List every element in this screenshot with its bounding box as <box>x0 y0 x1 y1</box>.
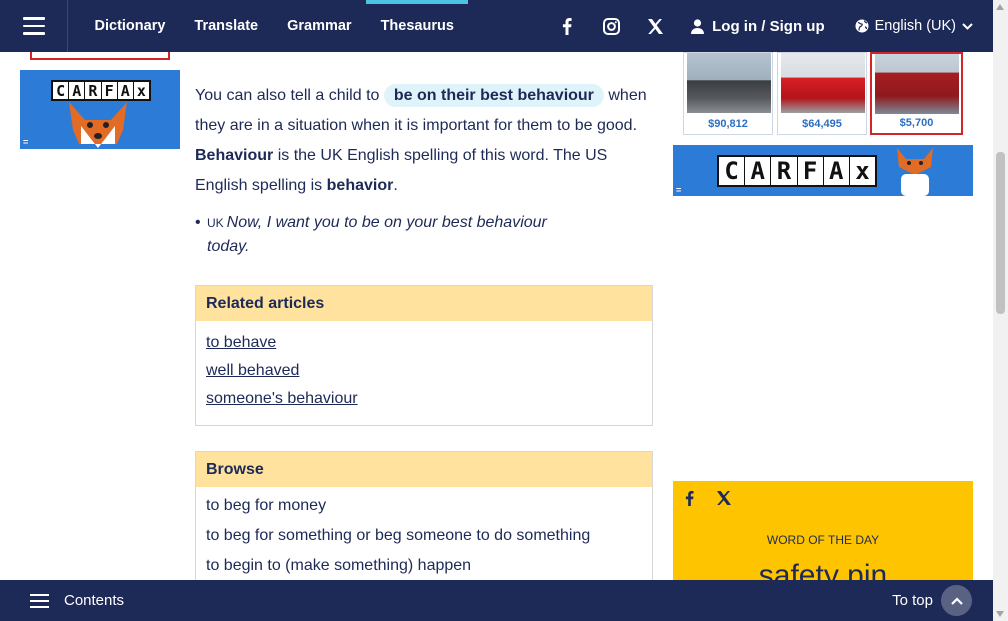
chevron-up-icon <box>941 585 972 616</box>
car-listing[interactable]: $64,495 <box>777 52 867 135</box>
browse-panel: Browse to beg for money to beg for somet… <box>195 451 653 591</box>
main-content: You can also tell a child to be on their… <box>195 52 653 259</box>
contents-label: Contents <box>64 592 125 609</box>
chevron-down-icon <box>962 22 973 30</box>
instagram-icon[interactable] <box>589 17 633 35</box>
facebook-icon[interactable] <box>545 17 589 35</box>
carfax-banner[interactable]: CARFAx = <box>673 145 973 196</box>
nav-grammar[interactable]: Grammar <box>273 0 366 52</box>
globe-icon <box>855 19 869 33</box>
nav-right: Log in / Sign up English (UK) <box>545 0 993 52</box>
ad-choices-icon[interactable]: = <box>676 185 681 195</box>
wotd-label: WORD OF THE DAY <box>766 533 880 547</box>
related-link-well-behaved[interactable]: well behaved <box>206 357 642 385</box>
car-listing[interactable]: $5,700 <box>870 52 963 135</box>
nav-thesaurus[interactable]: Thesaurus <box>366 0 469 52</box>
word-of-the-day[interactable]: WORD OF THE DAY safety pin <box>673 481 973 580</box>
scroll-down-arrow-icon[interactable] <box>996 611 1004 617</box>
bottom-bar: Contents To top <box>0 580 993 621</box>
to-top-button[interactable]: To top <box>892 585 972 616</box>
nav-translate[interactable]: Translate <box>180 0 273 52</box>
nav-dictionary[interactable]: Dictionary <box>80 0 180 52</box>
wotd-word[interactable]: safety pin <box>673 559 973 580</box>
car-image <box>875 54 959 114</box>
language-label: English (UK) <box>874 18 956 34</box>
list-icon <box>30 593 49 608</box>
scroll-up-arrow-icon[interactable] <box>996 4 1004 10</box>
carfax-logo: CARFAx <box>717 155 877 187</box>
menu-icon[interactable] <box>0 0 68 52</box>
car-price: $64,495 <box>802 118 842 130</box>
highlighted-phrase: be on their best behaviour <box>383 84 604 107</box>
contents-button[interactable]: Contents <box>30 592 124 609</box>
car-image <box>781 53 865 113</box>
paragraph-spelling: Behaviour is the UK English spelling of … <box>195 147 608 194</box>
car-listing[interactable]: $90,812 <box>683 52 773 135</box>
language-selector[interactable]: English (UK) <box>855 18 973 34</box>
fox-mascot-icon <box>897 148 933 196</box>
login-button[interactable]: Log in / Sign up <box>691 17 825 35</box>
facebook-icon[interactable] <box>685 491 694 506</box>
browse-item[interactable]: to begin to (make something) happen <box>206 551 642 581</box>
region-label: UK <box>207 216 224 230</box>
related-link-someones-behaviour[interactable]: someone's behaviour <box>206 385 642 413</box>
x-icon[interactable] <box>633 18 677 34</box>
to-top-label: To top <box>892 592 933 609</box>
example-sentence: • UK Now, I want you to be on your best b… <box>195 214 547 255</box>
user-icon <box>691 18 705 34</box>
browse-title: Browse <box>196 452 652 487</box>
browse-item[interactable]: to beg for money <box>206 491 642 521</box>
scroll-thumb[interactable] <box>996 152 1005 314</box>
ad-left[interactable]: CARFAx = <box>20 52 180 149</box>
related-link-to-behave[interactable]: to behave <box>206 329 642 357</box>
car-image <box>687 53 771 113</box>
login-label: Log in / Sign up <box>712 17 825 35</box>
related-articles-panel: Related articles to behave well behaved … <box>195 285 653 426</box>
top-navigation: Dictionary Translate Grammar Thesaurus L… <box>0 0 993 52</box>
car-price: $90,812 <box>708 118 748 130</box>
browse-item[interactable]: to beg for something or beg someone to d… <box>206 521 642 551</box>
nav-links: Dictionary Translate Grammar Thesaurus <box>80 0 469 52</box>
car-price: $5,700 <box>899 117 934 129</box>
ad-right[interactable]: $90,812 $64,495 $5,700 CARFAx = <box>673 52 973 196</box>
scrollbar[interactable] <box>993 0 1008 621</box>
ad-choices-icon[interactable]: = <box>23 137 28 147</box>
related-articles-title: Related articles <box>196 286 652 321</box>
x-icon[interactable] <box>716 491 731 505</box>
fox-mascot-icon <box>69 102 127 148</box>
paragraph-best-behaviour: You can also tell a child to be on their… <box>195 81 653 141</box>
carfax-logo: CARFAx <box>51 80 151 101</box>
